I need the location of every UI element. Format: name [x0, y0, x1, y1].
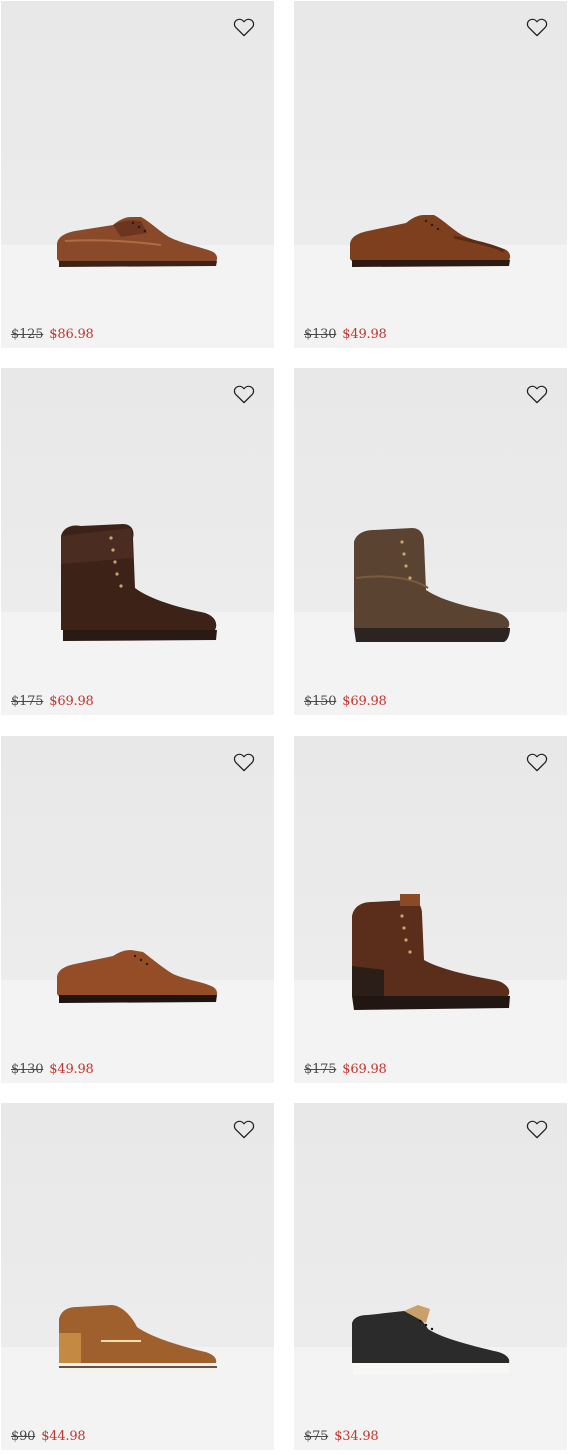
heart-outline-icon[interactable]: [526, 384, 548, 404]
product-card[interactable]: $175 $69.98: [1, 368, 274, 715]
product-card[interactable]: $175 $69.98: [294, 736, 567, 1083]
heart-outline-icon[interactable]: [233, 17, 255, 37]
price-block: $130 $49.98: [304, 327, 387, 342]
sale-price: $86.98: [49, 327, 94, 342]
price-block: $175 $69.98: [11, 694, 94, 709]
product-card[interactable]: $125 $86.98: [1, 1, 274, 348]
heart-outline-icon[interactable]: [526, 1119, 548, 1139]
product-card[interactable]: $90 $44.98: [1, 1103, 274, 1450]
price-block: $130 $49.98: [11, 1062, 94, 1077]
sale-price: $69.98: [342, 1062, 387, 1077]
heart-outline-icon[interactable]: [233, 1119, 255, 1139]
original-price: $125: [11, 327, 44, 342]
original-price: $130: [304, 327, 337, 342]
product-image[interactable]: [344, 1293, 519, 1433]
sale-price: $49.98: [342, 327, 387, 342]
product-image[interactable]: [51, 876, 226, 1016]
product-image[interactable]: [51, 141, 226, 281]
heart-outline-icon[interactable]: [526, 752, 548, 772]
product-card[interactable]: $150 $69.98: [294, 368, 567, 715]
original-price: $150: [304, 694, 337, 709]
original-price: $130: [11, 1062, 44, 1077]
price-block: $90 $44.98: [11, 1429, 86, 1444]
sale-price: $44.98: [41, 1429, 86, 1444]
sale-price: $69.98: [49, 694, 94, 709]
price-block: $175 $69.98: [304, 1062, 387, 1077]
price-block: $150 $69.98: [304, 694, 387, 709]
original-price: $175: [304, 1062, 337, 1077]
sale-price: $69.98: [342, 694, 387, 709]
original-price: $75: [304, 1429, 329, 1444]
price-block: $75 $34.98: [304, 1429, 379, 1444]
sale-price: $34.98: [334, 1429, 379, 1444]
product-grid: $125 $86.98 $130 $49.98 $175 $69.98 $150…: [0, 0, 568, 1455]
product-image[interactable]: [51, 508, 226, 648]
sale-price: $49.98: [49, 1062, 94, 1077]
product-card[interactable]: $75 $34.98: [294, 1103, 567, 1450]
price-block: $125 $86.98: [11, 327, 94, 342]
product-image[interactable]: [344, 876, 519, 1016]
product-card[interactable]: $130 $49.98: [1, 736, 274, 1083]
product-image[interactable]: [51, 1293, 226, 1433]
heart-outline-icon[interactable]: [526, 17, 548, 37]
product-image[interactable]: [344, 141, 519, 281]
heart-outline-icon[interactable]: [233, 752, 255, 772]
product-image[interactable]: [344, 508, 519, 648]
original-price: $90: [11, 1429, 36, 1444]
product-card[interactable]: $130 $49.98: [294, 1, 567, 348]
original-price: $175: [11, 694, 44, 709]
heart-outline-icon[interactable]: [233, 384, 255, 404]
